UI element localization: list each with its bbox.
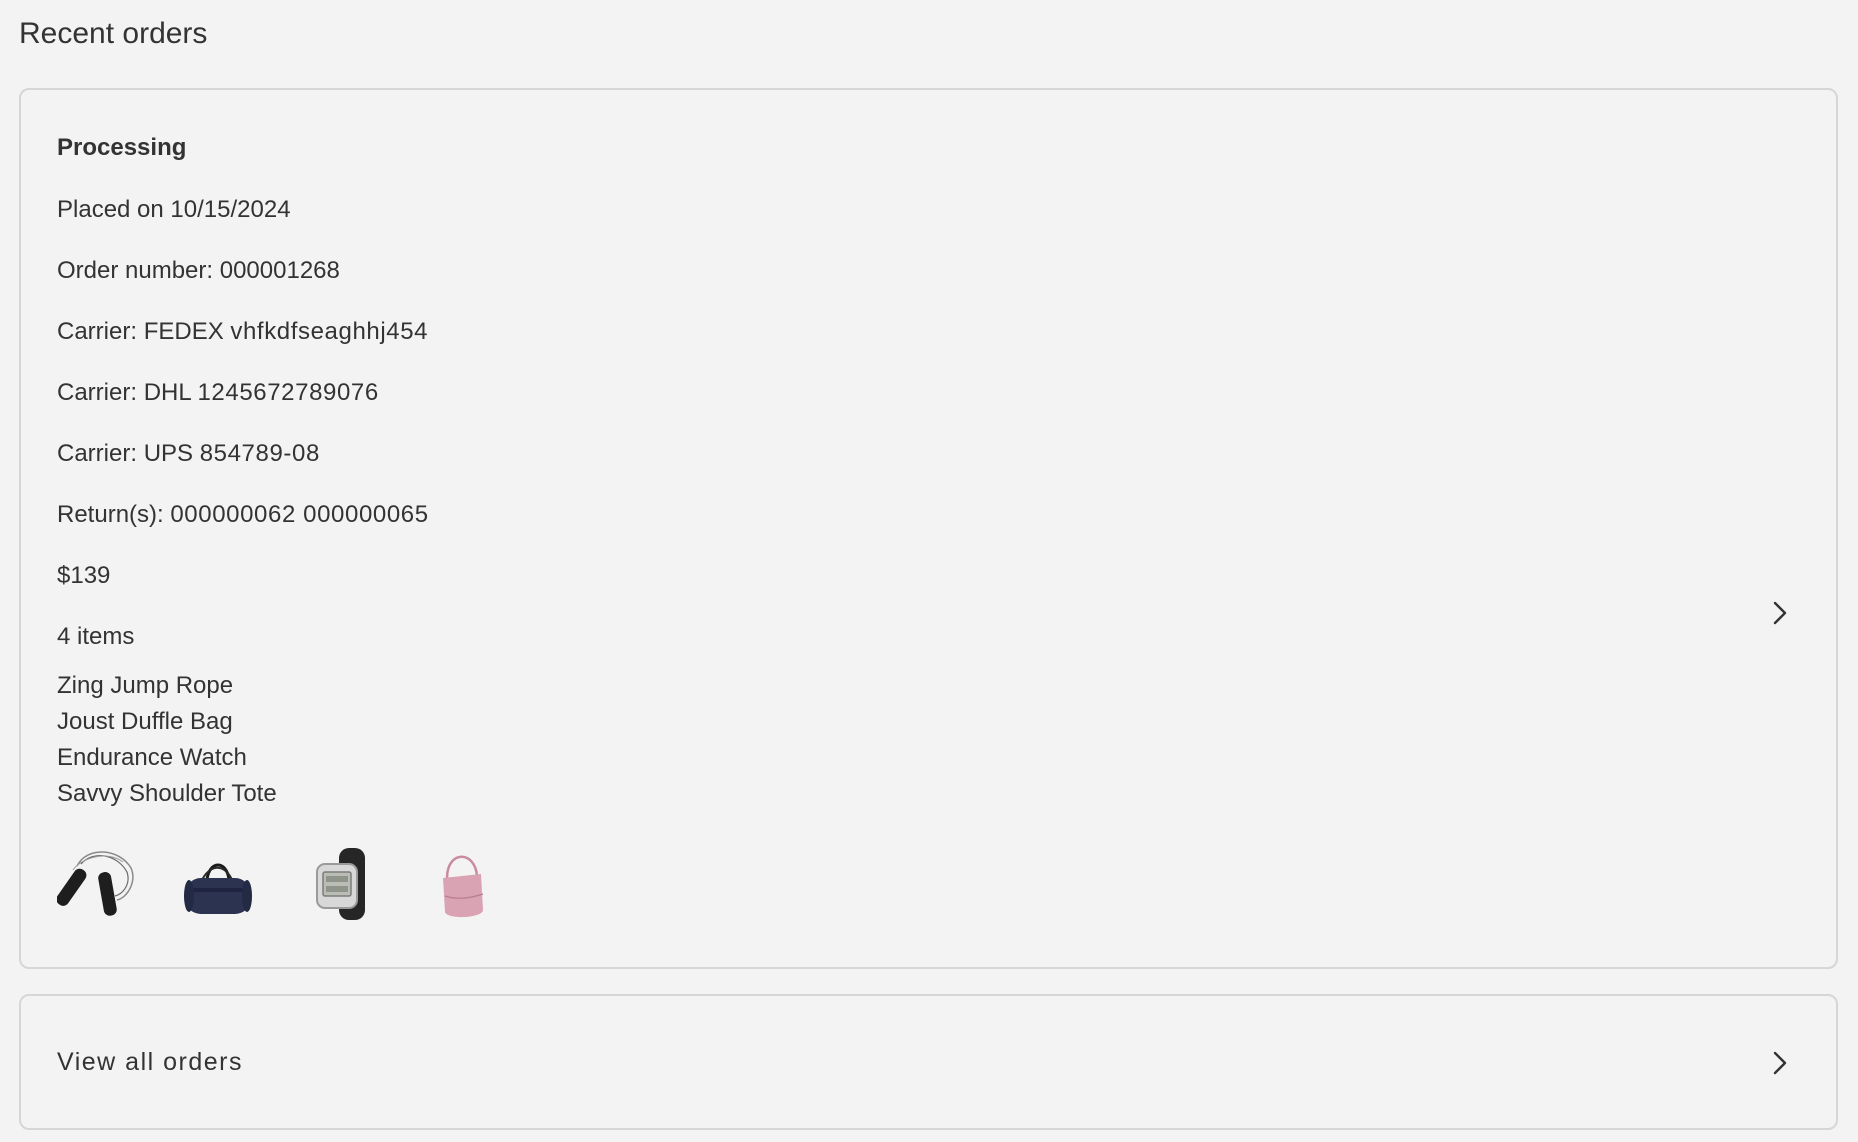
tracking-number: 854789-08 xyxy=(199,440,320,467)
order-placed-date: Placed on 10/15/2024 xyxy=(57,194,291,226)
carrier-dhl: Carrier: DHL 1245672789076 xyxy=(57,377,379,409)
page-title: Recent orders xyxy=(19,17,208,50)
carrier-label: Carrier: xyxy=(57,379,138,406)
order-card[interactable]: Processing Placed on 10/15/2024 Order nu… xyxy=(19,88,1838,969)
returns-label: Return(s): xyxy=(57,501,164,528)
carrier-name: UPS xyxy=(143,440,194,467)
list-item: Savvy Shoulder Tote xyxy=(57,780,277,807)
carrier-fedex: Carrier: FEDEX vhfkdfseaghhj454 xyxy=(57,316,428,348)
returns-value: 000000062 000000065 xyxy=(170,501,429,528)
view-all-orders-button[interactable]: View all orders xyxy=(19,994,1838,1130)
order-number-value: 000001268 xyxy=(219,257,340,284)
carrier-label: Carrier: xyxy=(57,318,138,345)
chevron-right-icon xyxy=(1770,1048,1790,1078)
tracking-number: 1245672789076 xyxy=(197,379,379,406)
carrier-label: Carrier: xyxy=(57,440,138,467)
order-number: Order number: 000001268 xyxy=(57,255,340,287)
duffle-bag-image xyxy=(179,844,257,924)
list-item: Endurance Watch xyxy=(57,744,247,771)
placed-date-value: 10/15/2024 xyxy=(170,196,291,223)
placed-label: Placed on xyxy=(57,196,164,223)
order-items-list: Zing Jump Rope Joust Duffle Bag Enduranc… xyxy=(57,668,277,812)
tracking-number: vhfkdfseaghhj454 xyxy=(230,318,429,345)
product-thumbnails xyxy=(57,844,501,924)
order-status: Processing xyxy=(57,134,187,161)
watch-image xyxy=(301,844,379,924)
list-item: Zing Jump Rope xyxy=(57,672,234,699)
view-all-orders-label: View all orders xyxy=(57,1048,244,1076)
list-item: Joust Duffle Bag xyxy=(57,708,233,735)
shoulder-tote-image xyxy=(423,844,501,924)
order-returns: Return(s): 000000062 000000065 xyxy=(57,499,429,531)
order-number-label: Order number: xyxy=(57,257,214,284)
chevron-right-icon[interactable] xyxy=(1770,598,1790,628)
order-item-count: 4 items xyxy=(57,623,135,650)
jump-rope-image xyxy=(57,844,135,924)
order-total: $139 xyxy=(57,562,111,589)
carrier-name: DHL xyxy=(143,379,191,406)
carrier-name: FEDEX xyxy=(143,318,224,345)
carrier-ups: Carrier: UPS 854789-08 xyxy=(57,438,320,470)
